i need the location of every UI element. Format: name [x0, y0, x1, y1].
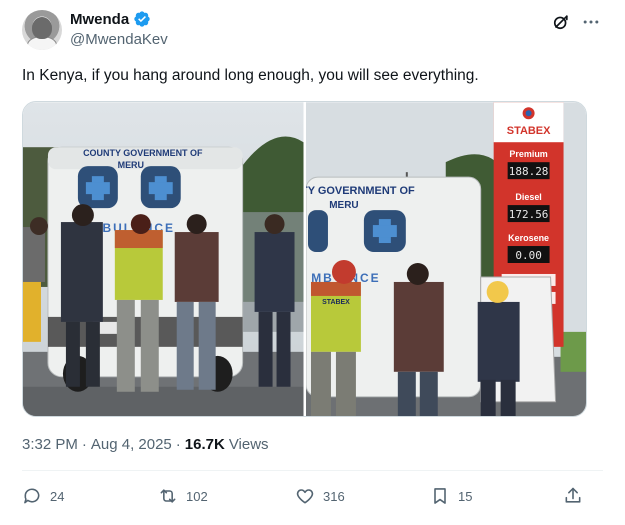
author-display-name[interactable]: Mwenda: [70, 11, 129, 28]
meta-separator: ·: [175, 436, 181, 453]
views-label: Views: [228, 436, 269, 453]
repost-count: 102: [186, 488, 208, 504]
like-icon: [295, 486, 315, 506]
share-icon: [563, 486, 583, 506]
author-handle[interactable]: @MwendaKev: [70, 31, 168, 48]
repost-icon: [158, 486, 178, 506]
station-brand: STABEX: [506, 125, 550, 137]
top-actions: [551, 12, 601, 37]
tweet-meta: 3:32 PM · Aug 4, 2025 · 16.7K Views: [22, 436, 269, 453]
photo-1[interactable]: COUNTY GOVERNMENT OF MERU MBULANCE: [23, 102, 304, 417]
bookmark-icon: [430, 486, 450, 506]
verified-badge-icon[interactable]: [133, 10, 151, 28]
like-count: 316: [323, 488, 345, 504]
avatar[interactable]: [22, 10, 62, 50]
diesel-label: Diesel: [515, 192, 541, 202]
share-button[interactable]: [563, 486, 583, 506]
premium-label: Premium: [509, 149, 547, 159]
reply-count: 24: [50, 488, 65, 504]
grok-icon[interactable]: [551, 12, 571, 37]
tweet-date[interactable]: Aug 4, 2025: [91, 436, 172, 453]
divider: [22, 470, 603, 471]
tweet-card: Mwenda @MwendaKev In Kenya, if you hang …: [0, 0, 625, 525]
avatar-face: [32, 17, 52, 39]
reply-button[interactable]: 24: [22, 486, 64, 506]
tweet-time[interactable]: 3:32 PM: [22, 436, 78, 453]
bookmark-count: 15: [458, 488, 473, 504]
photo-2[interactable]: STABEX Premium 188.28 Diesel 172.56 Kero…: [305, 102, 587, 417]
more-icon[interactable]: [581, 12, 601, 37]
bookmark-button[interactable]: 15: [430, 486, 472, 506]
action-bar: 24 102 316 15: [22, 486, 587, 510]
ambulance-text-line2: MERU: [329, 200, 358, 211]
reply-icon: [22, 486, 42, 506]
vest-text: STABEX: [322, 299, 350, 306]
ambulance-text-line2: MERU: [118, 160, 144, 170]
views-count: 16.7K: [184, 436, 225, 453]
author-name-row: Mwenda: [70, 10, 151, 28]
repost-button[interactable]: 102: [158, 486, 208, 506]
ambulance-text-line1: COUNTY GOVERNMENT OF: [83, 148, 203, 158]
premium-price: 188.28: [508, 165, 548, 178]
tweet-text: In Kenya, if you hang around long enough…: [22, 67, 479, 84]
kerosene-price: 0.00: [515, 249, 541, 262]
media-grid: COUNTY GOVERNMENT OF MERU MBULANCE: [22, 101, 587, 417]
meta-separator: ·: [81, 436, 87, 453]
like-button[interactable]: 316: [295, 486, 345, 506]
diesel-price: 172.56: [508, 208, 548, 221]
kerosene-label: Kerosene: [508, 233, 549, 243]
ambulance-text-line1: NTY GOVERNMENT OF: [306, 185, 415, 197]
